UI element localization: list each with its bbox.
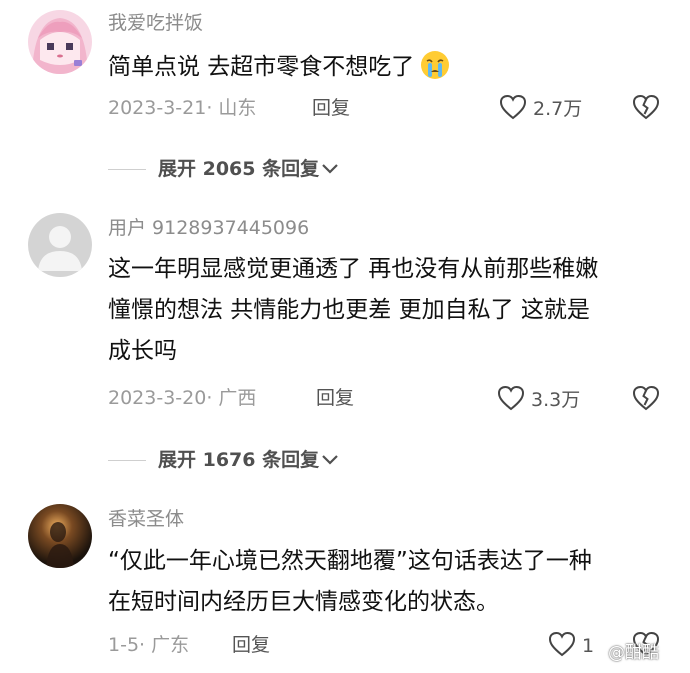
- like-count: 2.7万: [533, 98, 583, 120]
- username[interactable]: 用户 9128937445096: [108, 216, 309, 240]
- like-button[interactable]: 3.3万: [497, 385, 580, 415]
- comment-text: 简单点说 去超市零食不想吃了: [108, 47, 668, 94]
- avatar[interactable]: [28, 213, 92, 277]
- comment-date-location: 2023-3-20· 广西: [108, 387, 257, 409]
- divider: [108, 459, 146, 461]
- avatar[interactable]: [28, 504, 92, 568]
- comment-date-location: 1-5· 广东: [108, 634, 190, 656]
- like-count: 1: [582, 635, 595, 657]
- expand-replies-label: 展开 1676 条回复: [158, 449, 320, 471]
- dislike-button[interactable]: [632, 385, 660, 415]
- broken-heart-icon: [632, 385, 660, 415]
- dislike-button[interactable]: [632, 94, 660, 124]
- comment-line: 这一年明显感觉更通透了 再也没有从前那些稚嫩: [108, 256, 599, 282]
- default-user-icon: [28, 213, 92, 277]
- comment-line-text: 简单点说 去超市零食不想吃了: [108, 54, 415, 80]
- anime-avatar-icon: [28, 10, 92, 74]
- avatar[interactable]: [28, 10, 92, 74]
- heart-icon: [548, 631, 576, 661]
- username[interactable]: 我爱吃拌饭: [108, 11, 203, 35]
- like-button[interactable]: 1: [548, 631, 594, 661]
- heart-icon: [499, 94, 527, 124]
- reply-button[interactable]: 回复: [232, 633, 270, 657]
- comment-line: 成长吗: [108, 338, 177, 364]
- divider: [108, 168, 146, 170]
- broken-heart-icon: [632, 94, 660, 124]
- comment-date-location: 2023-3-21· 山东: [108, 97, 257, 119]
- chevron-down-icon: [321, 160, 339, 179]
- comment-text: “仅此一年心境已然天翻地覆”这句话表达了一种 在短时间内经历巨大情感变化的状态。: [108, 541, 668, 623]
- reply-button[interactable]: 回复: [316, 386, 354, 410]
- expand-replies-button[interactable]: 展开 2065 条回复: [108, 157, 339, 181]
- comment-text: 这一年明显感觉更通透了 再也没有从前那些稚嫩 憧憬的想法 共情能力也更差 更加自…: [108, 249, 668, 372]
- username[interactable]: 香菜圣体: [108, 507, 184, 531]
- comment-line: 在短时间内经历巨大情感变化的状态。: [108, 589, 499, 615]
- photo-avatar-icon: [28, 504, 92, 568]
- expand-replies-label: 展开 2065 条回复: [158, 158, 320, 180]
- comment-line: “仅此一年心境已然天翻地覆”这句话表达了一种: [108, 548, 592, 574]
- like-button[interactable]: 2.7万: [499, 94, 582, 124]
- chevron-down-icon: [321, 451, 339, 470]
- crying-face-icon: [420, 50, 450, 94]
- comment-line: 简单点说 去超市零食不想吃了: [108, 47, 668, 94]
- watermark: @酣酷: [608, 643, 659, 663]
- like-count: 3.3万: [531, 389, 581, 411]
- reply-button[interactable]: 回复: [312, 96, 350, 120]
- heart-icon: [497, 385, 525, 415]
- expand-replies-button[interactable]: 展开 1676 条回复: [108, 448, 339, 472]
- comment-line: 憧憬的想法 共情能力也更差 更加自私了 这就是: [108, 297, 590, 323]
